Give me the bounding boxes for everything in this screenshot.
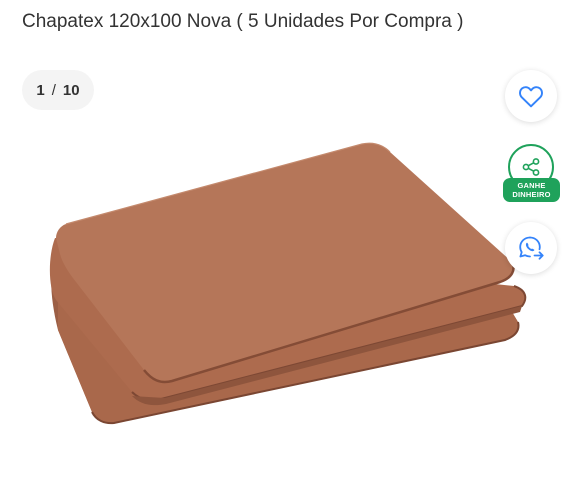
share-earn-button[interactable]: GANHE DINHEIRO xyxy=(503,144,561,204)
favorite-button[interactable] xyxy=(505,70,557,122)
product-title: Chapatex 120x100 Nova ( 5 Unidades Por C… xyxy=(22,11,464,32)
share-earn-badge: GANHE DINHEIRO xyxy=(503,178,560,202)
fiberboard-sheets-image xyxy=(49,142,527,425)
product-image[interactable] xyxy=(0,120,580,450)
share-badge-line2: DINHEIRO xyxy=(512,190,551,199)
whatsapp-share-button[interactable] xyxy=(505,222,557,274)
image-counter: 1 / 10 xyxy=(22,70,94,110)
share-badge-line1: GANHE xyxy=(517,181,546,190)
whatsapp-icon xyxy=(519,236,544,260)
image-counter-separator: / xyxy=(51,81,56,99)
heart-icon xyxy=(519,86,543,108)
image-counter-total: 10 xyxy=(62,81,80,99)
image-counter-current: 1 xyxy=(36,81,45,99)
share-icon xyxy=(522,158,540,176)
